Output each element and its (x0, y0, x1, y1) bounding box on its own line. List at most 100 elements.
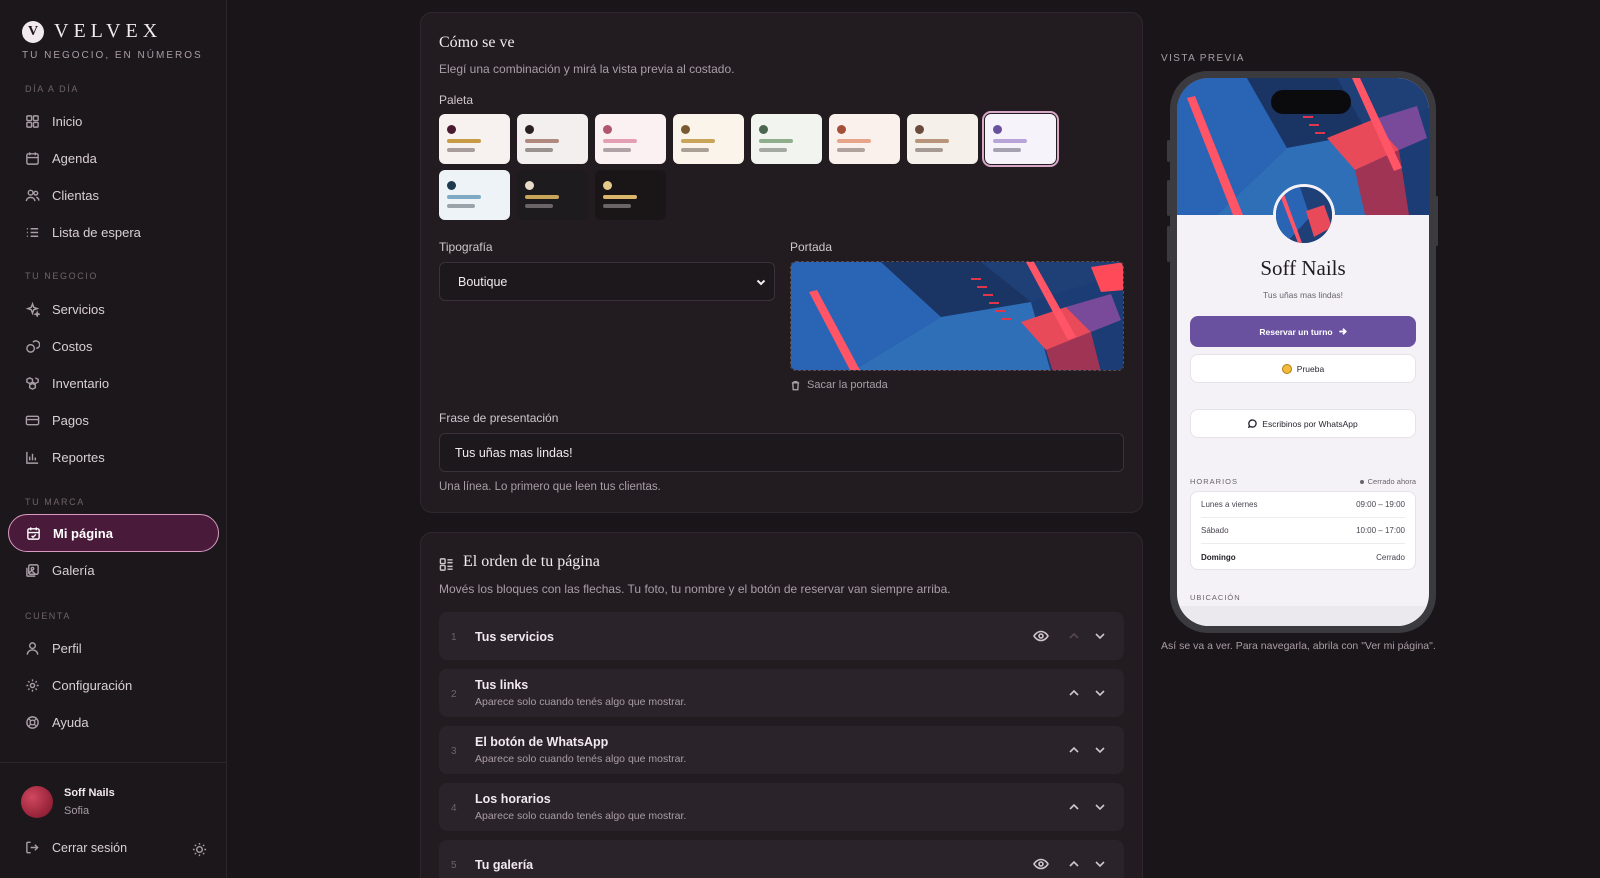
list-layout-icon (439, 558, 453, 571)
palette-swatch[interactable] (517, 170, 588, 220)
preview-business-name: Soff Nails (1260, 256, 1346, 280)
typography-select[interactable]: Boutique (439, 262, 775, 301)
preview-hours-table: Lunes a viernes 09:00 – 19:00 Sábado 10:… (1190, 491, 1416, 570)
palette-color-dot (603, 125, 612, 134)
logout-button[interactable]: Cerrar sesión (25, 840, 127, 855)
sidebar-item-clientas[interactable]: Clientas (8, 176, 219, 214)
theme-toggle-button[interactable] (192, 842, 207, 857)
eye-icon (1033, 858, 1049, 870)
palette-swatch[interactable] (595, 170, 666, 220)
order-row-desc: Aparece solo cuando tenés algo que mostr… (475, 810, 687, 822)
sidebar-item-mi-pagina[interactable]: Mi página (8, 514, 219, 552)
chevron-down-icon (756, 279, 766, 286)
logout-label: Cerrar sesión (52, 840, 128, 855)
visibility-toggle[interactable] (1033, 628, 1049, 644)
move-down-button[interactable] (1092, 799, 1108, 815)
hours-time: Cerrado (1376, 552, 1405, 562)
palette-color-line (603, 195, 637, 199)
sidebar-item-inicio[interactable]: Inicio (8, 102, 219, 140)
sidebar-item-label: Perfil (52, 640, 82, 656)
eye-icon (1033, 630, 1049, 642)
palette-swatch[interactable] (595, 114, 666, 164)
palette-color-line (603, 204, 631, 208)
nav-section-marca: TU MARCA (25, 497, 85, 507)
order-row-desc: Aparece solo cuando tenés algo que mostr… (475, 753, 687, 765)
sidebar-item-galeria[interactable]: Galería (8, 551, 219, 589)
move-down-button[interactable] (1092, 628, 1108, 644)
cover-label: Portada (790, 240, 833, 254)
palette-color-line (525, 139, 559, 143)
palette-color-line (915, 139, 949, 143)
chevron-up-icon (1069, 803, 1079, 810)
phone-notch (1271, 90, 1351, 114)
move-down-button[interactable] (1092, 685, 1108, 701)
palette-color-line (525, 204, 553, 208)
sidebar-item-label: Costos (52, 338, 93, 354)
order-row-title: Tus servicios (475, 630, 554, 644)
sidebar-item-label: Mi página (53, 525, 113, 541)
palette-color-line (447, 195, 481, 199)
move-up-button[interactable] (1066, 685, 1082, 701)
palette-color-line (603, 148, 631, 152)
sidebar-item-lista-espera[interactable]: Lista de espera (8, 213, 219, 251)
visibility-toggle[interactable] (1033, 856, 1049, 872)
move-down-button[interactable] (1092, 742, 1108, 758)
remove-cover-button[interactable]: Sacar la portada (790, 379, 888, 391)
user-name: Soff Nails (64, 787, 115, 799)
calendar-check-icon (27, 526, 40, 540)
move-up-button[interactable] (1066, 742, 1082, 758)
sidebar-item-configuracion[interactable]: Configuración (8, 666, 219, 704)
move-up-button[interactable] (1066, 799, 1082, 815)
palette-color-line (447, 148, 475, 152)
palette-swatch[interactable] (517, 114, 588, 164)
hours-row: Lunes a viernes 09:00 – 19:00 (1201, 492, 1405, 518)
sidebar-item-ayuda[interactable]: Ayuda (8, 703, 219, 741)
phrase-input[interactable] (439, 433, 1124, 472)
hours-row: Domingo Cerrado (1201, 544, 1405, 570)
phone-preview: Soff Nails Tus uñas mas lindas! Reservar… (1170, 71, 1436, 633)
sidebar-item-label: Clientas (52, 187, 99, 203)
sidebar-item-label: Ayuda (52, 714, 89, 730)
sidebar-item-label: Pagos (52, 412, 89, 428)
order-row-number: 1 (451, 632, 457, 643)
palette-color-dot (915, 125, 924, 134)
move-down-button[interactable] (1092, 856, 1108, 872)
appearance-subtitle: Elegí una combinación y mirá la vista pr… (439, 62, 735, 76)
preview-book-button[interactable]: Reservar un turno (1190, 316, 1416, 347)
palette-swatch[interactable] (829, 114, 900, 164)
palette-swatch[interactable] (439, 114, 510, 164)
palette-swatch[interactable] (982, 111, 1059, 167)
sidebar-item-label: Configuración (52, 677, 133, 693)
sidebar-item-perfil[interactable]: Perfil (8, 629, 219, 667)
cover-image[interactable] (790, 261, 1124, 371)
sidebar-item-servicios[interactable]: Servicios (8, 290, 219, 328)
palette-color-line (681, 148, 709, 152)
palette-swatch[interactable] (907, 114, 978, 164)
preview-caption: Así se va a ver. Para navegarla, abrila … (1161, 640, 1436, 652)
palette-swatch[interactable] (439, 170, 510, 220)
sidebar-item-agenda[interactable]: Agenda (8, 139, 219, 177)
sidebar-item-pagos[interactable]: Pagos (8, 401, 219, 439)
chevron-up-icon (1069, 746, 1079, 753)
order-row-horarios: 4 Los horarios Aparece solo cuando tenés… (439, 783, 1124, 831)
palette-swatch[interactable] (673, 114, 744, 164)
preview-book-label: Reservar un turno (1259, 326, 1333, 337)
move-up-button[interactable] (1066, 856, 1082, 872)
credit-card-icon (25, 415, 40, 425)
avatar[interactable] (21, 786, 53, 818)
typography-label: Tipografía (439, 240, 493, 254)
brand[interactable]: V VELVEX (22, 20, 162, 43)
preview-tagline: Tus uñas mas lindas! (1263, 290, 1343, 300)
sidebar-item-costos[interactable]: Costos (8, 327, 219, 365)
phrase-label: Frase de presentación (439, 411, 559, 425)
preview-link-button[interactable]: Prueba (1190, 354, 1416, 383)
order-row-links: 2 Tus links Aparece solo cuando tenés al… (439, 669, 1124, 717)
palette-swatch[interactable] (751, 114, 822, 164)
order-card: El orden de tu página Movés los bloques … (420, 532, 1143, 878)
sidebar-item-reportes[interactable]: Reportes (8, 438, 219, 476)
move-up-button[interactable] (1066, 628, 1082, 644)
sun-icon (192, 842, 207, 857)
preview-whatsapp-button[interactable]: Escribinos por WhatsApp (1190, 409, 1416, 438)
sidebar-item-inventario[interactable]: Inventario (8, 364, 219, 402)
list-icon (26, 227, 39, 237)
